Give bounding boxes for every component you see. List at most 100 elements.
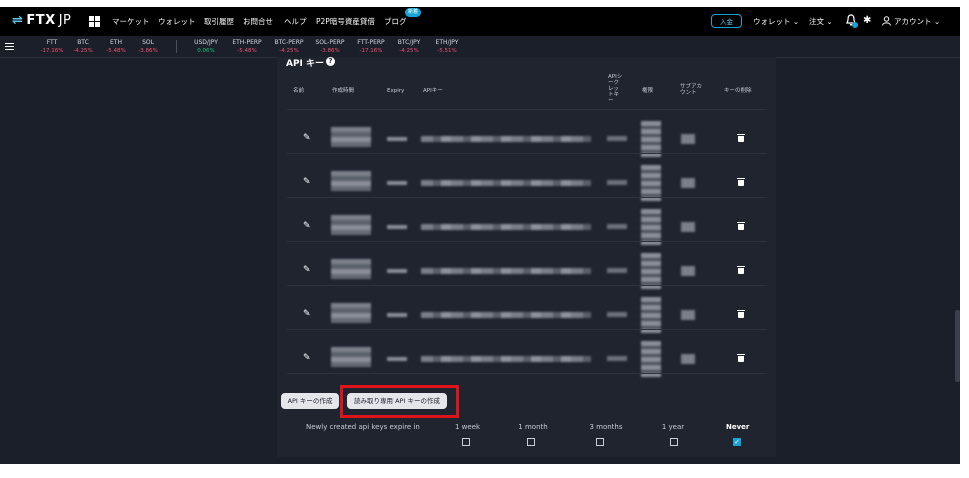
redacted-permission bbox=[641, 297, 661, 333]
table-row-divider bbox=[287, 241, 767, 242]
table-row-divider bbox=[287, 373, 767, 374]
delete-trash-icon[interactable] bbox=[737, 222, 745, 230]
ticker-ftt[interactable]: FTT -17.16% bbox=[40, 38, 64, 56]
header-name: 名前 bbox=[293, 88, 305, 94]
header-created: 作成時間 bbox=[332, 88, 355, 94]
redacted-api-secret bbox=[607, 356, 627, 361]
redacted-created-time bbox=[331, 347, 371, 367]
page-scrollbar[interactable] bbox=[955, 310, 960, 382]
nav-p2p-lending[interactable]: P2P暗号資産貸借 bbox=[316, 16, 375, 27]
redacted-created-time bbox=[331, 259, 371, 279]
nav-help[interactable]: ヘルプ bbox=[284, 16, 307, 27]
ticker-usdjpy[interactable]: USD/JPY 0.06% bbox=[190, 38, 222, 56]
ticker-bar: FTT -17.16% BTC -4.25% ETH -5.48% SOL -3.86%… bbox=[0, 36, 960, 58]
expiry-option-1-week: 1 week bbox=[455, 423, 481, 431]
redacted-subaccount bbox=[681, 266, 695, 276]
delete-trash-icon[interactable] bbox=[737, 178, 745, 186]
ticker-sol[interactable]: SOL -3.86% bbox=[135, 38, 161, 56]
table-row-divider bbox=[287, 109, 767, 110]
redacted-api-secret bbox=[607, 224, 627, 229]
redacted-api-secret bbox=[607, 312, 627, 317]
delete-trash-icon[interactable] bbox=[737, 134, 745, 142]
expiry-option-1-year: 1 year bbox=[661, 423, 685, 431]
deposit-button[interactable]: 入金 bbox=[711, 14, 742, 28]
highlight-annotation-box bbox=[340, 385, 459, 418]
checkbox-never[interactable]: ✓ bbox=[733, 438, 741, 446]
expiry-option-3-months: 3 months bbox=[589, 423, 623, 431]
expiry-label: Newly created api keys expire in bbox=[306, 423, 420, 431]
redacted-expiry bbox=[387, 357, 407, 361]
redacted-api-key bbox=[421, 136, 591, 142]
header-expiry: Expiry bbox=[387, 88, 405, 94]
redacted-api-secret bbox=[607, 180, 627, 185]
delete-trash-icon[interactable] bbox=[737, 266, 745, 274]
edit-pencil-icon[interactable]: ✎ bbox=[303, 222, 311, 231]
nav-contact[interactable]: お問合せ bbox=[243, 16, 273, 27]
nav-market[interactable]: マーケット bbox=[112, 16, 150, 27]
header-delete: キーの削除 bbox=[724, 88, 752, 94]
redacted-created-time bbox=[331, 215, 371, 235]
redacted-api-secret bbox=[607, 136, 627, 141]
redacted-permission bbox=[641, 253, 661, 289]
nav-trade-history[interactable]: 取引履歴 bbox=[204, 16, 234, 27]
table-row-divider bbox=[287, 329, 767, 330]
blog-new-badge: 新着 bbox=[405, 8, 421, 17]
account-dropdown[interactable]: アカウント ⌄ bbox=[894, 16, 940, 27]
gear-icon[interactable]: ✱ bbox=[863, 15, 871, 26]
nav-wallet[interactable]: ウォレット bbox=[158, 16, 196, 27]
orders-dropdown[interactable]: 注文 ⌄ bbox=[809, 16, 833, 27]
redacted-api-key bbox=[421, 356, 591, 362]
ticker-ftt-perp[interactable]: FTT-PERP -17.16% bbox=[353, 38, 389, 56]
help-icon[interactable]: ? bbox=[326, 57, 335, 66]
logo-mark-icon: ⇌ bbox=[12, 13, 24, 28]
ftx-jp-logo[interactable]: ⇌ FTX JP bbox=[12, 13, 71, 28]
app-window: ⇌ FTX JP マーケット ウォレット 取引履歴 お問合せ ヘルプ P2P暗号資産… bbox=[0, 7, 960, 464]
ticker-btc[interactable]: BTC -4.25% bbox=[70, 38, 96, 56]
checkbox-1-month[interactable] bbox=[527, 438, 535, 446]
api-keys-title: API キー bbox=[286, 59, 325, 69]
notification-dot bbox=[852, 22, 858, 28]
checkbox-1-year[interactable] bbox=[670, 438, 678, 446]
ticker-eth[interactable]: ETH -5.48% bbox=[103, 38, 129, 56]
redacted-created-time bbox=[331, 171, 371, 191]
edit-pencil-icon[interactable]: ✎ bbox=[303, 266, 311, 275]
edit-pencil-icon[interactable]: ✎ bbox=[303, 134, 311, 143]
redacted-expiry bbox=[387, 313, 407, 317]
redacted-expiry bbox=[387, 269, 407, 273]
redacted-api-key bbox=[421, 224, 591, 230]
redacted-api-key bbox=[421, 312, 591, 318]
header-api-key: APIキー bbox=[423, 88, 443, 94]
ticker-sol-perp[interactable]: SOL-PERP -3.86% bbox=[312, 38, 348, 56]
table-row-divider bbox=[287, 197, 767, 198]
ticker-eth-perp[interactable]: ETH-PERP -5.48% bbox=[228, 38, 266, 56]
redacted-subaccount bbox=[681, 134, 695, 144]
redacted-permission bbox=[641, 165, 661, 201]
wallet-dropdown[interactable]: ウォレット ⌄ bbox=[753, 16, 799, 27]
delete-trash-icon[interactable] bbox=[737, 354, 745, 362]
redacted-subaccount bbox=[681, 222, 695, 232]
edit-pencil-icon[interactable]: ✎ bbox=[303, 354, 311, 363]
delete-trash-icon[interactable] bbox=[737, 310, 745, 318]
redacted-created-time bbox=[331, 127, 371, 147]
ticker-btcjpy[interactable]: BTC/JPY -4.25% bbox=[393, 38, 425, 56]
redacted-subaccount bbox=[681, 354, 695, 364]
redacted-subaccount bbox=[681, 310, 695, 320]
redacted-api-key bbox=[421, 268, 591, 274]
header-subaccount: サブアカ ウント bbox=[680, 84, 703, 96]
redacted-expiry bbox=[387, 225, 407, 229]
checkbox-3-months[interactable] bbox=[596, 438, 604, 446]
user-icon[interactable] bbox=[882, 16, 891, 26]
ticker-ethjpy[interactable]: ETH/JPY -5.51% bbox=[431, 38, 463, 56]
create-api-key-button[interactable]: API キーの作成 bbox=[281, 393, 339, 409]
ticker-btc-perp[interactable]: BTC-PERP -4.25% bbox=[270, 38, 308, 56]
edit-pencil-icon[interactable]: ✎ bbox=[303, 310, 311, 319]
nav-blog[interactable]: ブログ bbox=[384, 16, 407, 27]
redacted-subaccount bbox=[681, 178, 695, 188]
ticker-divider bbox=[176, 40, 177, 53]
hamburger-menu-icon[interactable] bbox=[5, 43, 14, 50]
edit-pencil-icon[interactable]: ✎ bbox=[303, 178, 311, 187]
checkbox-1-week[interactable] bbox=[462, 438, 470, 446]
redacted-expiry bbox=[387, 181, 407, 185]
apps-grid-icon[interactable] bbox=[89, 16, 100, 27]
redacted-api-key bbox=[421, 180, 591, 186]
